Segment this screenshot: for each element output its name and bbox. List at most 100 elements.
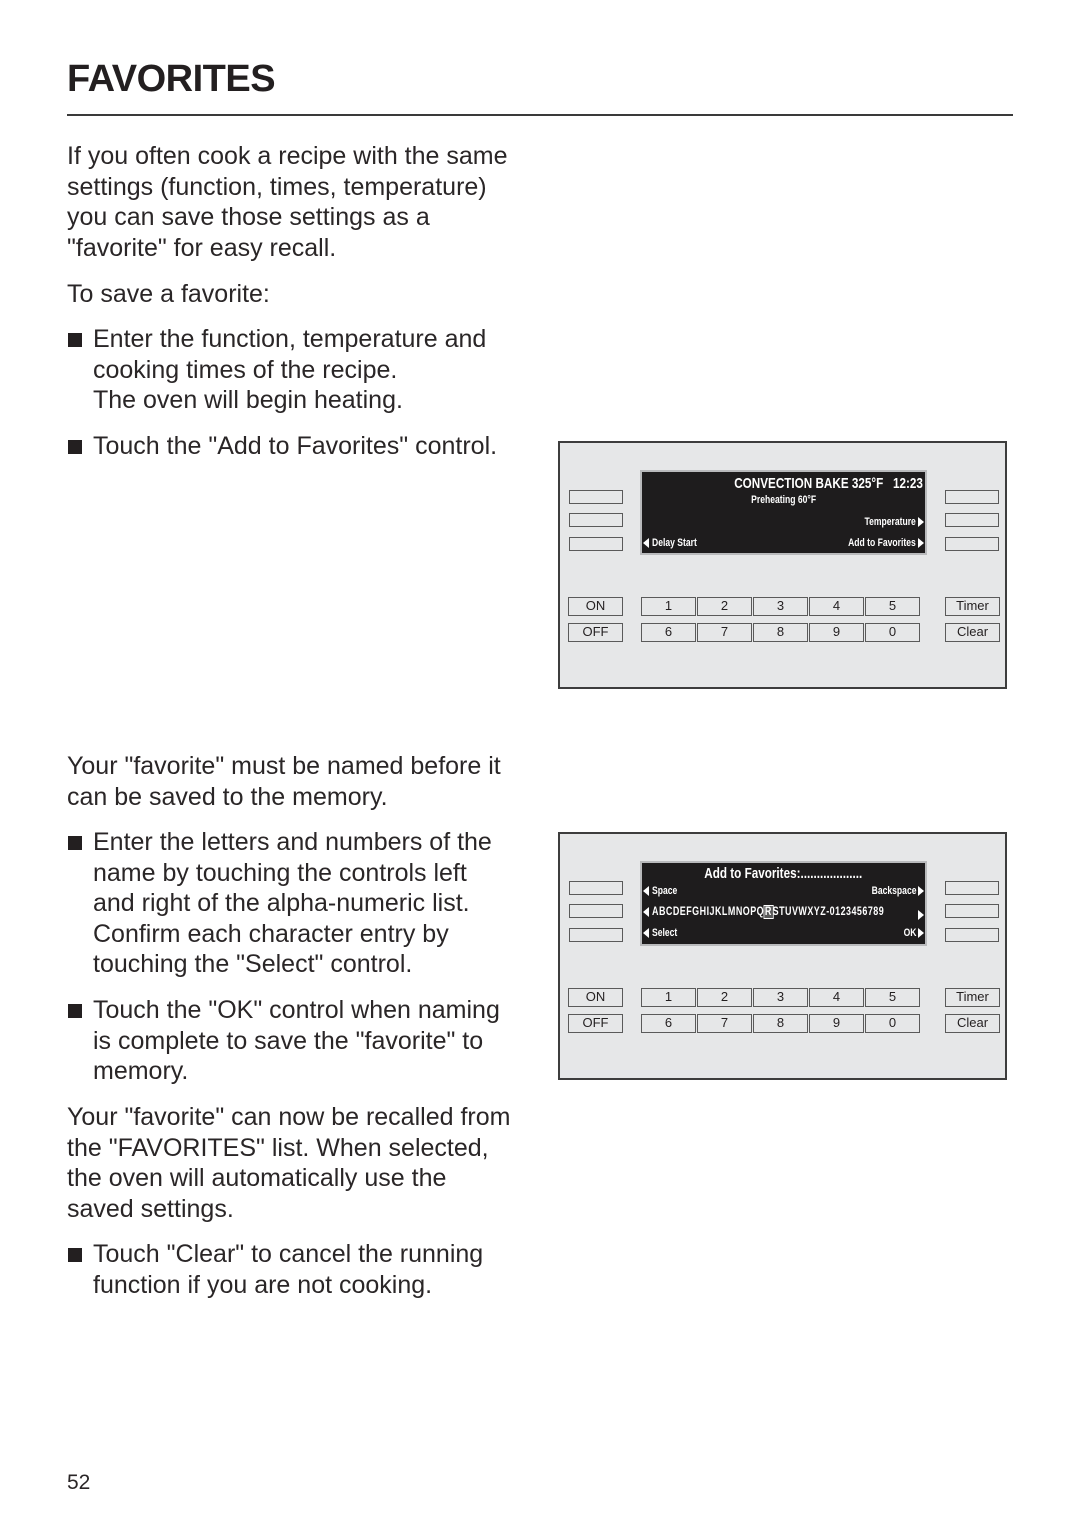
space-label: Space xyxy=(652,885,678,897)
temperature-label: Temperature xyxy=(864,516,916,528)
arrow-right-icon xyxy=(918,928,924,939)
control-panel-figure-2: Add to Favorites:................... Spa… xyxy=(558,832,1007,1080)
bullet-square-icon xyxy=(68,333,82,347)
display-header: CONVECTION BAKE 325°F 12:23 xyxy=(681,475,923,492)
page-number: 52 xyxy=(67,1471,91,1494)
off-button[interactable]: OFF xyxy=(568,1014,623,1033)
bullet-enter-function: Enter the function, temperature and cook… xyxy=(67,324,537,416)
digit-button[interactable]: 4 xyxy=(809,597,864,616)
ok-option[interactable]: OK xyxy=(900,927,924,939)
left-softkey-2[interactable] xyxy=(569,904,623,918)
bullet-touch-add-to-favorites: Touch the "Add to Favorites" control. xyxy=(67,431,537,462)
delay-start-label: Delay Start xyxy=(652,537,697,549)
arrow-right-icon xyxy=(918,886,924,897)
digit-button[interactable]: 7 xyxy=(697,623,752,642)
bullet-square-icon xyxy=(68,1004,82,1018)
digit-button[interactable]: 1 xyxy=(641,988,696,1007)
delay-start-option[interactable]: Delay Start xyxy=(643,537,709,549)
bullet-text: Touch "Clear" to cancel the running func… xyxy=(93,1240,484,1299)
digit-button[interactable]: 7 xyxy=(697,1014,752,1033)
to-save-heading: To save a favorite: xyxy=(67,280,270,308)
charset-before: ABCDEFGHIJKLMNOPQ xyxy=(652,906,765,918)
ok-label: OK xyxy=(903,927,916,939)
digit-button[interactable]: 2 xyxy=(697,988,752,1007)
digit-button[interactable]: 8 xyxy=(753,1014,808,1033)
naming-display: Add to Favorites:................... Spa… xyxy=(640,861,927,946)
temperature-option[interactable]: Temperature xyxy=(850,516,924,528)
digit-button[interactable]: 9 xyxy=(809,623,864,642)
bullet-square-icon xyxy=(68,836,82,850)
clock: 12:23 xyxy=(893,475,923,492)
arrow-left-icon xyxy=(643,886,649,897)
left-softkey-1[interactable] xyxy=(569,881,623,895)
right-softkey-3[interactable] xyxy=(945,928,999,942)
digit-button[interactable]: 0 xyxy=(865,1014,920,1033)
left-softkey-2[interactable] xyxy=(569,513,623,527)
arrow-left-icon[interactable] xyxy=(643,906,649,917)
select-label: Select xyxy=(652,927,678,939)
digit-button[interactable]: 4 xyxy=(809,988,864,1007)
timer-button[interactable]: Timer xyxy=(945,988,1000,1007)
clear-button[interactable]: Clear xyxy=(945,1014,1000,1033)
oven-display: CONVECTION BAKE 325°F 12:23 Preheating 6… xyxy=(640,470,927,555)
add-to-favorites-label: Add to Favorites xyxy=(848,537,916,549)
cooking-mode: CONVECTION BAKE 325°F xyxy=(734,475,884,492)
bullet-enter-letters: Enter the letters and numbers of the nam… xyxy=(67,827,537,980)
add-to-favorites-prompt: Add to Favorites:................... xyxy=(704,865,863,882)
charset-right-arrow[interactable] xyxy=(916,906,924,924)
backspace-label: Backspace xyxy=(871,885,916,897)
naming-intro-paragraph: Your "favorite" must be named before it … xyxy=(67,752,501,811)
digit-button[interactable]: 0 xyxy=(865,623,920,642)
bullet-text: Enter the function, temperature and cook… xyxy=(93,325,487,414)
clear-button[interactable]: Clear xyxy=(945,623,1000,642)
bullet-square-icon xyxy=(68,440,82,454)
charset-scroller[interactable]: ABCDEFGHIJKLMNOPQRSTUVWXYZ-0123456789 xyxy=(643,905,950,919)
control-panel-figure-1: CONVECTION BAKE 325°F 12:23 Preheating 6… xyxy=(558,441,1007,689)
digit-button[interactable]: 2 xyxy=(697,597,752,616)
timer-button[interactable]: Timer xyxy=(945,597,1000,616)
select-option[interactable]: Select xyxy=(643,927,684,939)
bullet-touch-clear: Touch "Clear" to cancel the running func… xyxy=(67,1239,537,1300)
arrow-left-icon xyxy=(643,928,649,939)
bullet-text: Enter the letters and numbers of the nam… xyxy=(93,828,492,978)
on-button[interactable]: ON xyxy=(568,597,623,616)
right-softkey-2[interactable] xyxy=(945,513,999,527)
off-button[interactable]: OFF xyxy=(568,623,623,642)
title-divider xyxy=(67,114,1013,116)
bullet-touch-ok: Touch the "OK" control when naming is co… xyxy=(67,995,537,1087)
bullet-text: Touch the "OK" control when naming is co… xyxy=(93,996,500,1085)
left-softkey-1[interactable] xyxy=(569,490,623,504)
right-softkey-2[interactable] xyxy=(945,904,999,918)
arrow-right-icon xyxy=(918,517,924,528)
space-option[interactable]: Space xyxy=(643,885,684,897)
digit-button[interactable]: 9 xyxy=(809,1014,864,1033)
right-softkey-3[interactable] xyxy=(945,537,999,551)
digit-button[interactable]: 8 xyxy=(753,623,808,642)
bullet-text: Touch the "Add to Favorites" control. xyxy=(93,432,498,460)
add-to-favorites-option[interactable]: Add to Favorites xyxy=(829,537,924,549)
digit-button[interactable]: 6 xyxy=(641,1014,696,1033)
left-softkey-3[interactable] xyxy=(569,537,623,551)
arrow-left-icon xyxy=(643,538,649,549)
digit-button[interactable]: 3 xyxy=(753,597,808,616)
digit-button[interactable]: 1 xyxy=(641,597,696,616)
digit-button[interactable]: 3 xyxy=(753,988,808,1007)
naming-heading: Add to Favorites:................... xyxy=(642,865,925,882)
arrow-right-icon xyxy=(918,538,924,549)
backspace-option[interactable]: Backspace xyxy=(859,885,924,897)
status-line: Preheating 60°F xyxy=(642,494,925,506)
page-title: FAVORITES xyxy=(67,58,276,100)
preheating-status: Preheating 60°F xyxy=(751,494,816,506)
digit-button[interactable]: 6 xyxy=(641,623,696,642)
arrow-right-icon xyxy=(918,909,924,920)
right-softkey-1[interactable] xyxy=(945,881,999,895)
bullet-square-icon xyxy=(68,1248,82,1262)
recall-paragraph: Your "favorite" can now be recalled from… xyxy=(67,1103,511,1223)
charset-after: STUVWXYZ-0123456789 xyxy=(772,906,885,918)
right-softkey-1[interactable] xyxy=(945,490,999,504)
on-button[interactable]: ON xyxy=(568,988,623,1007)
left-softkey-3[interactable] xyxy=(569,928,623,942)
selected-character: R xyxy=(763,905,774,919)
digit-button[interactable]: 5 xyxy=(865,988,920,1007)
digit-button[interactable]: 5 xyxy=(865,597,920,616)
